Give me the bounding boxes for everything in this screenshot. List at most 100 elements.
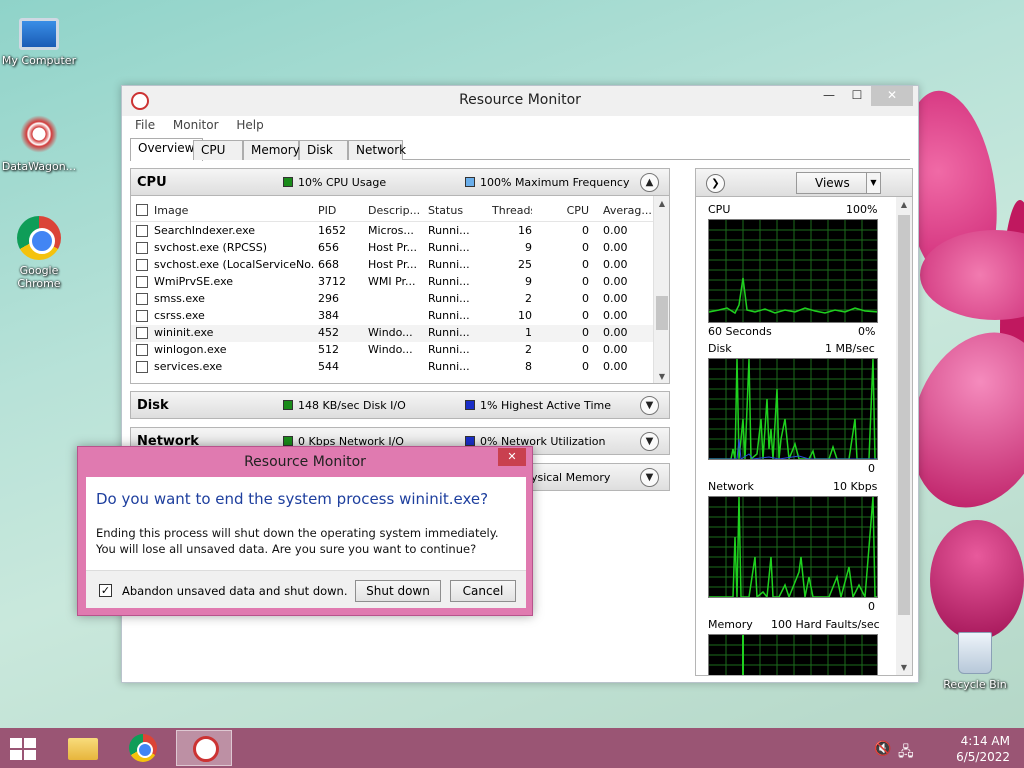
table-row[interactable]: services.exe 544 Runni... 8 0 0.00 [131, 359, 653, 376]
cell-pid: 544 [318, 360, 339, 373]
abandon-data-checkbox[interactable]: ✓ [99, 584, 112, 597]
cell-pid: 1652 [318, 224, 346, 237]
row-checkbox[interactable] [136, 344, 148, 356]
cell-cpu: 0 [582, 258, 589, 271]
table-row[interactable]: winlogon.exe 512 Windo... Runni... 2 0 0.00 [131, 342, 653, 359]
desktop-icon-datawagon[interactable]: DataWagon... [0, 112, 78, 173]
select-all-checkbox[interactable] [136, 204, 148, 216]
taskbar-file-explorer[interactable] [54, 730, 110, 766]
desktop-icon-google-chrome[interactable]: Google Chrome [0, 216, 78, 290]
column-header-description[interactable]: Descrip... [368, 204, 420, 217]
tab-overview[interactable]: Overview [130, 138, 203, 161]
shut-down-button[interactable]: Shut down [355, 580, 441, 602]
start-button[interactable] [10, 738, 38, 760]
cpu-section-header[interactable]: CPU 10% CPU Usage 100% Maximum Frequency… [130, 168, 670, 196]
network-icon[interactable]: 🖧 [898, 741, 914, 765]
wallpaper-petal [930, 520, 1024, 640]
abandon-data-checkbox-label[interactable]: Abandon unsaved data and shut down. [122, 584, 348, 598]
graph-pane-scrollbar[interactable]: ▲ ▼ [896, 197, 912, 675]
expand-chevron-icon[interactable]: ▼ [640, 468, 659, 487]
row-checkbox[interactable] [136, 361, 148, 373]
menu-help[interactable]: Help [236, 116, 263, 134]
taskbar-clock[interactable]: 4:14 AM 6/5/2022 [940, 733, 1010, 765]
dialog-body: Do you want to end the system process wi… [86, 477, 526, 570]
row-checkbox[interactable] [136, 293, 148, 305]
taskbar-chrome[interactable] [115, 730, 171, 766]
maximize-button[interactable]: ☐ [843, 86, 871, 106]
dialog-title[interactable]: Resource Monitor [78, 454, 532, 470]
disk-section-title: Disk [137, 398, 169, 413]
column-header-status[interactable]: Status [428, 204, 463, 217]
windows-logo-icon [10, 738, 22, 748]
collapse-chevron-icon[interactable]: ▲ [640, 173, 659, 192]
scroll-down-icon[interactable]: ▼ [896, 663, 912, 672]
menu-file[interactable]: File [135, 116, 155, 134]
cell-cpu: 0 [582, 343, 589, 356]
cell-avg: 0.00 [603, 241, 628, 254]
table-row[interactable]: svchost.exe (RPCSS) 656 Host Pr... Runni...… [131, 240, 653, 257]
expand-arrow-icon[interactable]: ❯ [706, 174, 725, 193]
taskbar-resource-monitor[interactable] [176, 730, 232, 766]
table-row[interactable]: csrss.exe 384 Runni... 10 0 0.00 [131, 308, 653, 325]
desktop-icon-recycle-bin[interactable]: Recycle Bin [936, 632, 1014, 691]
column-header-pid[interactable]: PID [318, 204, 336, 217]
tab-disk[interactable]: Disk [299, 140, 348, 160]
cell-threads: 8 [525, 360, 532, 373]
cell-status: Runni... [428, 309, 470, 322]
cpu-table-scrollbar[interactable]: ▲ ▼ [653, 196, 669, 383]
row-checkbox[interactable] [136, 276, 148, 288]
minimize-button[interactable]: — [815, 86, 843, 106]
tab-bar: Overview CPU Memory Disk Network [130, 138, 910, 161]
cpu-frequency-stat: 100% Maximum Frequency [465, 176, 629, 189]
scroll-thumb[interactable] [656, 296, 668, 330]
tab-cpu[interactable]: CPU [193, 140, 243, 160]
scroll-down-icon[interactable]: ▼ [654, 372, 669, 381]
datawagon-icon [17, 112, 61, 156]
disk-active-stat: 1% Highest Active Time [465, 399, 611, 412]
close-button[interactable]: ✕ [871, 86, 913, 106]
volume-muted-icon[interactable]: 🔇 [874, 741, 891, 757]
cell-pid: 296 [318, 292, 339, 305]
expand-chevron-icon[interactable]: ▼ [640, 432, 659, 451]
tab-memory[interactable]: Memory [243, 140, 300, 160]
menu-monitor[interactable]: Monitor [173, 116, 219, 134]
column-header-cpu[interactable]: CPU [551, 204, 589, 217]
cpu-process-table: Image PID Descrip... Status Threads CPU … [130, 196, 670, 384]
memory-graph-max: 100 Hard Faults/sec [771, 618, 880, 631]
column-header-image[interactable]: Image [154, 204, 188, 217]
cell-avg: 0.00 [603, 343, 628, 356]
column-header-average[interactable]: Averag... [603, 204, 652, 217]
disk-section-header[interactable]: Disk 148 KB/sec Disk I/O 1% Highest Acti… [130, 391, 670, 419]
row-checkbox[interactable] [136, 310, 148, 322]
resource-monitor-icon [193, 736, 219, 762]
cancel-button[interactable]: Cancel [450, 580, 516, 602]
row-checkbox[interactable] [136, 242, 148, 254]
table-row[interactable]: SearchIndexer.exe 1652 Micros... Runni... 16… [131, 223, 653, 240]
desktop-icon-my-computer[interactable]: My Computer [0, 12, 78, 67]
cell-pid: 452 [318, 326, 339, 339]
disk-graph-label: Disk [708, 342, 732, 355]
dialog-close-button[interactable]: ✕ [498, 448, 526, 466]
table-row[interactable]: WmiPrvSE.exe 3712 WMI Pr... Runni... 9 0 0.00 [131, 274, 653, 291]
table-row[interactable]: svchost.exe (LocalServiceNo... 668 Host Pr… [131, 257, 653, 274]
cell-status: Runni... [428, 360, 470, 373]
cell-cpu: 0 [582, 224, 589, 237]
tab-network[interactable]: Network [348, 140, 406, 160]
memory-graph-label: Memory [708, 618, 753, 631]
cell-avg: 0.00 [603, 275, 628, 288]
views-dropdown-icon[interactable]: ▼ [866, 172, 881, 194]
table-row[interactable]: wininit.exe 452 Windo... Runni... 1 0 0.00 [131, 325, 653, 342]
expand-chevron-icon[interactable]: ▼ [640, 396, 659, 415]
scroll-up-icon[interactable]: ▲ [654, 199, 669, 208]
row-checkbox[interactable] [136, 327, 148, 339]
title-bar[interactable]: Resource Monitor — ☐ ✕ [122, 86, 918, 116]
scroll-thumb[interactable] [898, 215, 910, 615]
cell-image: services.exe [154, 360, 223, 373]
clock-time: 4:14 AM [960, 734, 1010, 748]
row-checkbox[interactable] [136, 259, 148, 271]
scroll-up-icon[interactable]: ▲ [896, 200, 912, 209]
column-header-threads[interactable]: Threads [492, 204, 532, 217]
table-row[interactable]: smss.exe 296 Runni... 2 0 0.00 [131, 291, 653, 308]
cell-threads: 16 [518, 224, 532, 237]
row-checkbox[interactable] [136, 225, 148, 237]
